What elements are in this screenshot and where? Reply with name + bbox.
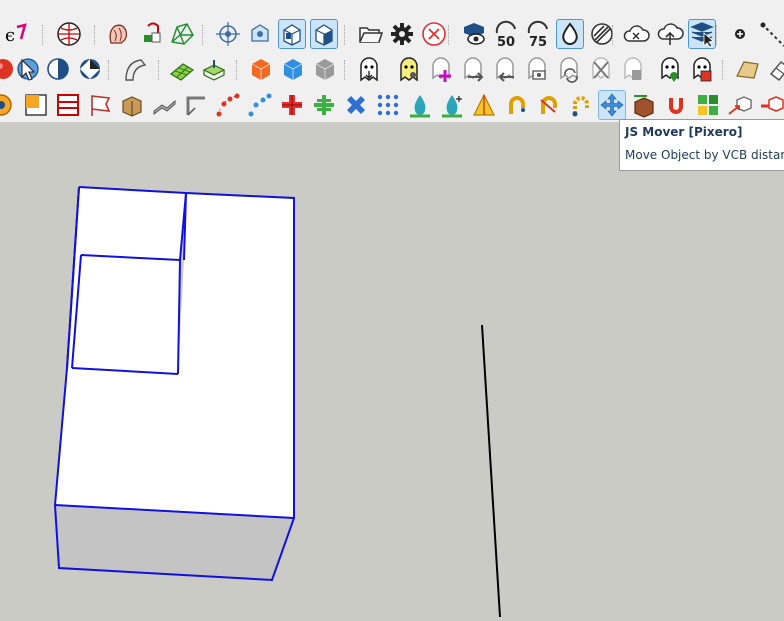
red-dots-line-button[interactable]: Dots Line [214,90,242,120]
ghost-right-button[interactable]: Ghost Right [459,54,487,84]
cloud-up-button[interactable]: Cloud Upload [656,19,684,49]
blue-dots-line-button[interactable]: Blue Dots [246,90,274,120]
brown-box-button[interactable]: Brown Box [630,90,658,120]
wood-block-button[interactable]: Block [118,90,146,120]
ghost-trash-button[interactable]: Ghost Trash [619,54,647,84]
green-cross-button[interactable]: Green Cross [310,90,338,120]
red-cross-button[interactable]: Cross [278,90,306,120]
leaf-button[interactable]: Leaf [733,54,761,84]
model-viewport[interactable] [0,122,784,618]
ball-button[interactable]: Ball [76,54,104,84]
js-mover-button[interactable]: JS Mover [598,90,626,120]
position-camera-button[interactable]: Position Camera [214,19,242,49]
iso-view-button[interactable]: Iso View [310,19,338,49]
eraser-icon [769,60,784,82]
toolbar-separator [158,60,159,80]
ghost-save-button[interactable]: Ghost Save [688,54,716,84]
blue-x-button[interactable]: X [342,90,370,120]
blue-cube-button[interactable]: Blue Cube [279,54,307,84]
gray-cube-button[interactable]: Gray Cube [311,54,339,84]
green-grid-button[interactable]: Grid [168,54,196,84]
red-lines-button[interactable]: Lines [54,90,82,120]
ghost-camera-button[interactable]: Ghost Camera [523,54,551,84]
tooltip-description: Move Object by VCB distance [625,148,784,162]
arc-tool-button[interactable]: Arc [0,90,22,120]
style-tool-button[interactable]: єStyle [2,19,30,49]
svg-text:75: 75 [529,35,547,50]
red-hook-button[interactable]: Red Hook [534,90,562,120]
toolbar-separator [344,25,345,45]
construction-line[interactable] [481,324,501,618]
toolbar-separator [448,25,449,45]
toolbar-separator [716,25,717,45]
cancel-button[interactable]: Cancel [420,19,448,49]
toolbar-row-1: єStyle Geo-location SmooveStampFrom Contou… [0,17,784,53]
toolbar-separator [344,60,345,80]
ghost-down-button[interactable]: Ghost Down [355,54,383,84]
angle-button[interactable]: Angle [182,90,210,120]
sandbox-smoove-button[interactable]: Smoove [104,19,132,49]
cloud-x-button[interactable]: Cloud Remove [622,19,650,49]
arc-tool-icon [0,94,12,116]
cursor-stack-button[interactable]: Cursor Stack [688,19,716,49]
magnet-button[interactable]: Magnet [662,90,690,120]
yellow-triangle-button[interactable]: Triangle [470,90,498,120]
svg-text:50: 50 [497,35,515,50]
toolbar-row-2: SphereOrbitHalfBallBendGridBoxOrange Cub… [0,52,784,88]
add-point-button[interactable]: Add Point [726,19,754,49]
yellow-hook-button[interactable]: Hook [502,90,530,120]
selected-box[interactable] [53,186,295,582]
toolbar-separator [612,25,613,45]
sandbox-mesh-button[interactable]: From Contours [168,19,196,49]
toolbar-separator [42,25,43,45]
bend-button[interactable]: Bend [120,54,148,84]
toolbar-separator [722,60,723,80]
toolbar-separator [202,25,203,45]
toolbar-separator [94,25,95,45]
blue-hook-button[interactable]: Blue Hook [566,90,594,120]
blue-grid-button[interactable]: Array [374,90,402,120]
orange-square-button[interactable]: Square [22,90,50,120]
svg-text:є: є [5,25,15,46]
ghost-left-button[interactable]: Ghost Left [491,54,519,84]
red-cube-arrow-button[interactable]: Red Cube Arrow [758,90,784,120]
toolbar-separator [236,60,237,80]
ghost-refresh-button[interactable]: Ghost Refresh [555,54,583,84]
open-folder-button[interactable]: Open [356,19,384,49]
front-view-button[interactable]: Front View [278,19,306,49]
teal-drop-button[interactable]: Drop [406,90,434,120]
water-drop-button[interactable]: Drop [556,19,584,49]
ghost-gear-button[interactable]: Ghost Gear [395,54,423,84]
green-pieces-button[interactable]: Pieces [694,90,722,120]
toolbar-separator [108,60,109,80]
ghost-pin-button[interactable]: Ghost Pin [656,54,684,84]
settings-gear-button[interactable]: Settings [388,19,416,49]
globe-tool-button[interactable]: Geo-location [55,19,83,49]
view-toggle-button[interactable]: View [460,19,488,49]
flag-button[interactable]: Flag [86,90,114,120]
toolbar-area: єStyle Geo-location SmooveStampFrom Contou… [0,0,784,122]
ghost-scissors-button[interactable]: Ghost Scissors [587,54,615,84]
orange-cube-button[interactable]: Orange Cube [247,54,275,84]
teal-drop-plus-button[interactable]: Drop Plus [438,90,466,120]
notch-floor-face[interactable] [72,255,180,374]
cube-arrow-button[interactable]: Cube Arrow [726,90,754,120]
opacity-75-button[interactable]: 7575 [524,19,552,50]
look-around-button[interactable]: Look Around [246,19,274,49]
eraser-button[interactable]: Eraser [766,54,784,84]
cursor-orbit-button[interactable]: Orbit [14,54,42,84]
tooltip-title: JS Mover [Pixero] [625,125,743,139]
opacity-50-button[interactable]: 5050 [492,19,520,50]
path-button[interactable]: Path [150,90,178,120]
viewport-canvas[interactable] [0,122,784,618]
ghost-plus-button[interactable]: Ghost Plus [427,54,455,84]
sandbox-stamp-button[interactable]: Stamp [138,19,166,49]
half-circle-button[interactable]: Half [44,54,72,84]
tool-tooltip: JS Mover [Pixero] Move Object by VCB dis… [619,119,784,171]
dashed-line-button[interactable]: Dashed Line [758,19,784,49]
green-box-button[interactable]: Box [200,54,228,84]
